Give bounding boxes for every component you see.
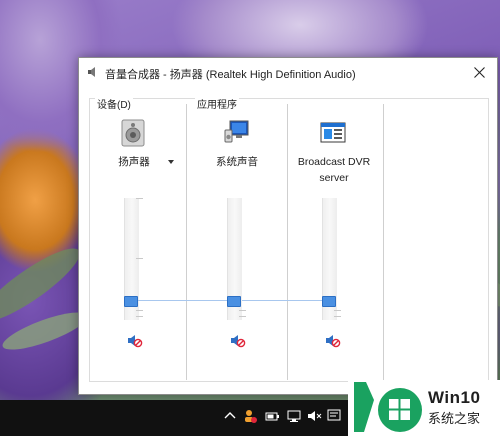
slider-tick xyxy=(136,258,143,259)
volume-muted-icon[interactable] xyxy=(306,408,322,424)
device-apps-divider xyxy=(186,104,187,380)
speaker-icon xyxy=(88,67,95,77)
close-button[interactable] xyxy=(461,58,497,86)
network-icon[interactable] xyxy=(286,408,302,424)
apps-group-label: 应用程序 xyxy=(195,96,239,111)
volume-mixer-window: 音量合成器 - 扬声器 (Realtek High Definition Aud… xyxy=(78,57,498,395)
window-title: 音量合成器 - 扬声器 (Realtek High Definition Aud… xyxy=(105,69,356,81)
slider-tick xyxy=(136,316,143,317)
mute-icon[interactable] xyxy=(230,334,246,348)
app-volume-thumb[interactable] xyxy=(227,296,241,307)
mute-icon[interactable] xyxy=(127,334,143,348)
monitor-speaker-icon[interactable] xyxy=(222,118,252,148)
win10-logo-icon xyxy=(354,382,422,432)
app-window-icon[interactable] xyxy=(318,118,348,148)
slider-tick xyxy=(239,310,246,311)
mute-icon[interactable] xyxy=(325,334,341,348)
app-name: Broadcast DVR server xyxy=(297,156,371,184)
column-divider xyxy=(287,104,288,380)
device-volume-thumb[interactable] xyxy=(124,296,138,307)
slider-tick xyxy=(334,310,341,311)
title-bar[interactable]: 音量合成器 - 扬声器 (Realtek High Definition Aud… xyxy=(79,58,497,88)
notification-icon[interactable] xyxy=(326,408,342,424)
mixer-panel xyxy=(89,98,489,382)
app-volume-thumb[interactable] xyxy=(322,296,336,307)
person-warning-icon[interactable] xyxy=(242,408,258,424)
slider-tick xyxy=(334,316,341,317)
column-divider xyxy=(383,104,384,380)
speaker-icon[interactable] xyxy=(119,118,149,148)
chevron-down-icon[interactable] xyxy=(168,160,174,164)
brand-subtitle: 系统之家 xyxy=(428,411,481,426)
battery-icon[interactable] xyxy=(264,408,280,424)
slider-tick xyxy=(136,310,143,311)
slider-tick xyxy=(136,198,143,199)
device-name[interactable]: 扬声器 xyxy=(99,154,169,170)
close-icon xyxy=(473,66,485,78)
chevron-up-icon[interactable] xyxy=(222,408,238,424)
device-group-label: 设备(D) xyxy=(95,96,133,111)
slider-tick xyxy=(239,316,246,317)
app-name: 系统声音 xyxy=(216,156,258,168)
brand-title: Win10 xyxy=(428,388,481,407)
